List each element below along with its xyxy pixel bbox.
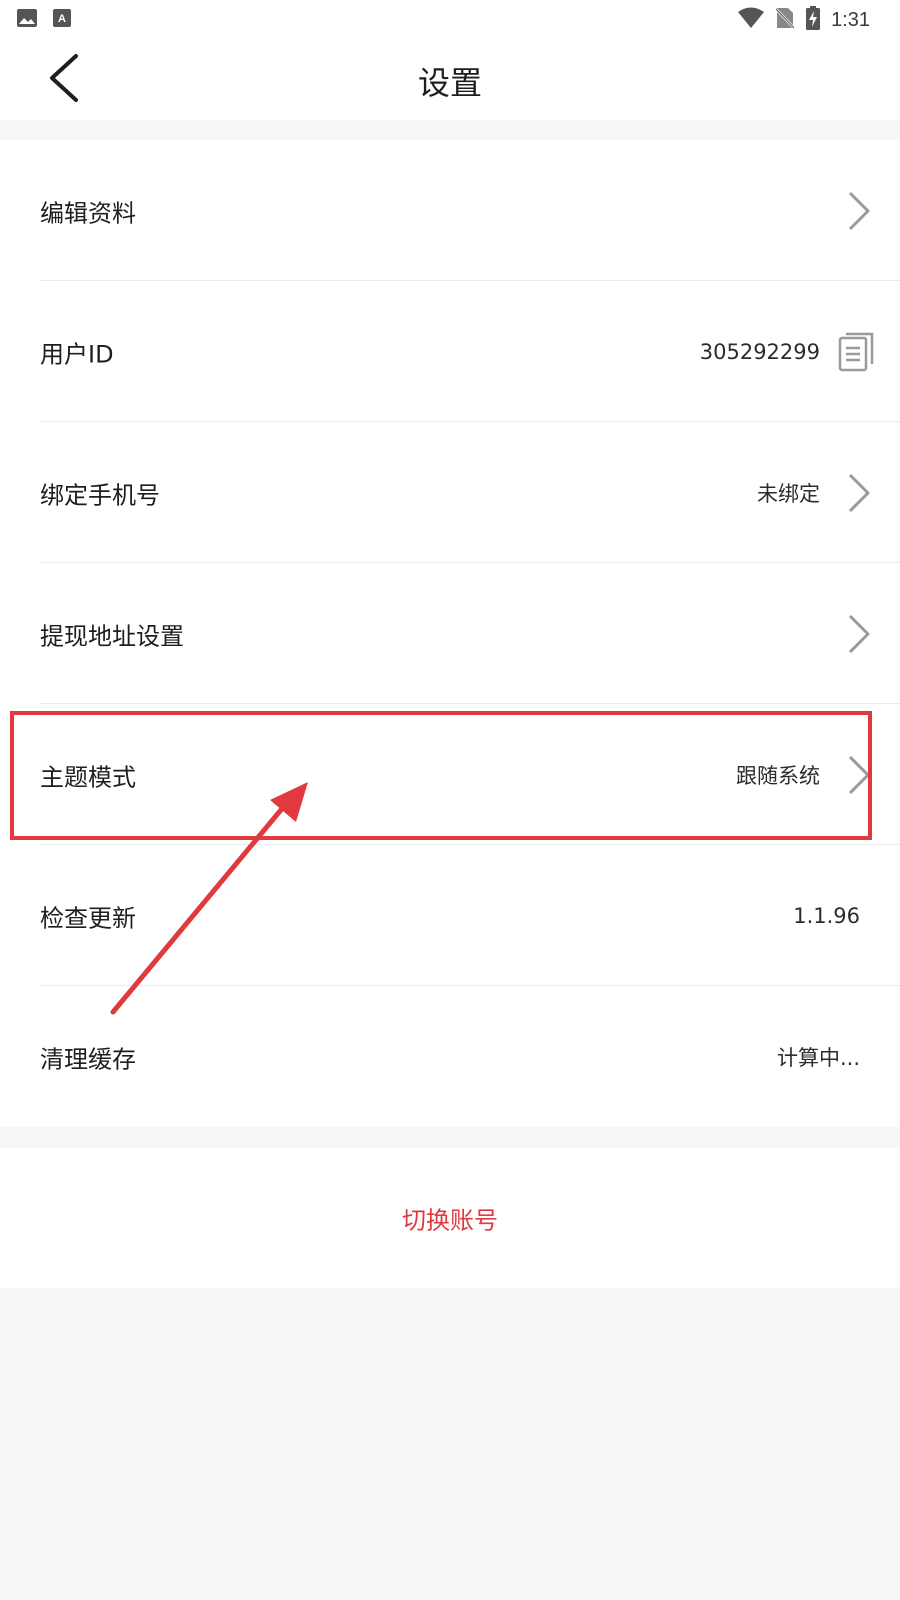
image-icon [16, 8, 38, 32]
setting-label: 绑定手机号 [40, 481, 160, 509]
wifi-icon [737, 7, 765, 33]
cache-size-value: 计算中... [776, 1045, 860, 1070]
chevron-right-icon [848, 614, 870, 653]
chevron-right-icon [848, 755, 870, 794]
settings-list: 编辑资料 用户ID 305292299 绑定手机号 未绑定 提现地址设置 主题模… [0, 140, 900, 1127]
user-id-value: 305292299 [699, 339, 820, 364]
setting-label: 用户ID [40, 340, 114, 368]
setting-theme-mode[interactable]: 主题模式 跟随系统 [0, 704, 900, 845]
setting-label: 检查更新 [40, 904, 136, 932]
status-bar: A 1:31 [0, 0, 900, 36]
setting-check-update[interactable]: 检查更新 1.1.96 [0, 845, 900, 986]
page-title: 设置 [417, 64, 482, 102]
app-version-value: 1.1.96 [793, 903, 860, 928]
setting-label: 编辑资料 [40, 199, 136, 227]
switch-account-label: 切换账号 [402, 1206, 498, 1235]
status-time: 1:31 [831, 8, 870, 31]
battery-charging-icon [805, 6, 821, 34]
header: 设置 [0, 36, 900, 120]
chevron-right-icon [848, 191, 870, 230]
switch-account-button[interactable]: 切换账号 [0, 1148, 900, 1288]
setting-label: 主题模式 [40, 763, 136, 791]
setting-withdraw-address[interactable]: 提现地址设置 [0, 563, 900, 704]
svg-text:A: A [58, 13, 66, 25]
theme-mode-value: 跟随系统 [736, 763, 820, 788]
setting-edit-profile[interactable]: 编辑资料 [0, 140, 900, 281]
chevron-right-icon [848, 473, 870, 512]
copy-icon[interactable] [838, 332, 874, 372]
setting-label: 清理缓存 [40, 1045, 136, 1073]
setting-label: 提现地址设置 [40, 622, 184, 650]
setting-clear-cache[interactable]: 清理缓存 计算中... [0, 986, 900, 1127]
no-sim-icon [775, 7, 795, 33]
setting-bind-phone[interactable]: 绑定手机号 未绑定 [0, 422, 900, 563]
bind-phone-value: 未绑定 [757, 481, 820, 506]
text-a-icon: A [52, 8, 72, 32]
setting-user-id: 用户ID 305292299 [0, 281, 900, 422]
